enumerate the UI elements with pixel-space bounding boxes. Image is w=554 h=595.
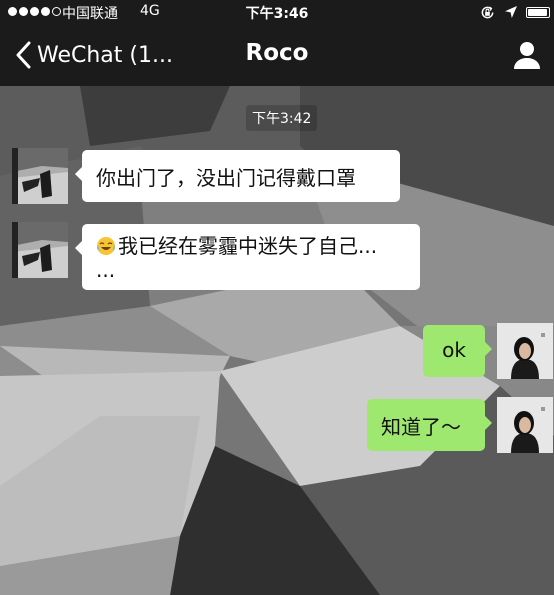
battery-icon [526, 7, 550, 18]
message-bubble[interactable]: 我已经在雾霾中迷失了自己... ... [75, 224, 420, 290]
avatar-image [497, 397, 553, 453]
message-text: 我已经在雾霾中迷失了自己... [118, 234, 378, 258]
message-bubble[interactable]: 你出门了，没出门记得戴口罩 [75, 150, 400, 202]
status-bar: 中国联通 4G 下午3:46 [0, 0, 554, 24]
avatar-image [497, 323, 553, 379]
avatar-roco[interactable] [12, 222, 68, 278]
avatar-self[interactable] [497, 397, 553, 453]
message-text: 你出门了，没出门记得戴口罩 [96, 166, 356, 190]
location-arrow-icon [505, 6, 517, 18]
avatar-self[interactable] [497, 323, 553, 379]
avatar-image [12, 222, 68, 278]
message-text: 知道了～ [381, 415, 461, 439]
status-time: 下午3:46 [245, 6, 309, 22]
message-text-continued: ... [96, 258, 116, 282]
message-line: 我已经在雾霾中迷失了自己... [96, 234, 406, 258]
chat-title: Roco [245, 40, 309, 66]
message-bubble[interactable]: 知道了～ [367, 399, 492, 451]
nav-bar: WeChat (1... Roco [0, 24, 554, 86]
crying-laughing-emoji [96, 236, 116, 256]
avatar-roco[interactable] [12, 148, 68, 204]
person-icon[interactable] [512, 40, 542, 70]
message-bubble[interactable]: ok [423, 325, 492, 377]
chat-area[interactable]: 下午3:42 你出门了，没出门记得戴口罩 我已经在雾霾中迷失了自己... ...… [0, 86, 554, 595]
timestamp: 下午3:42 [246, 105, 318, 131]
message-text: ok [442, 338, 466, 362]
rotation-lock-icon [481, 6, 494, 19]
avatar-image [12, 148, 68, 204]
